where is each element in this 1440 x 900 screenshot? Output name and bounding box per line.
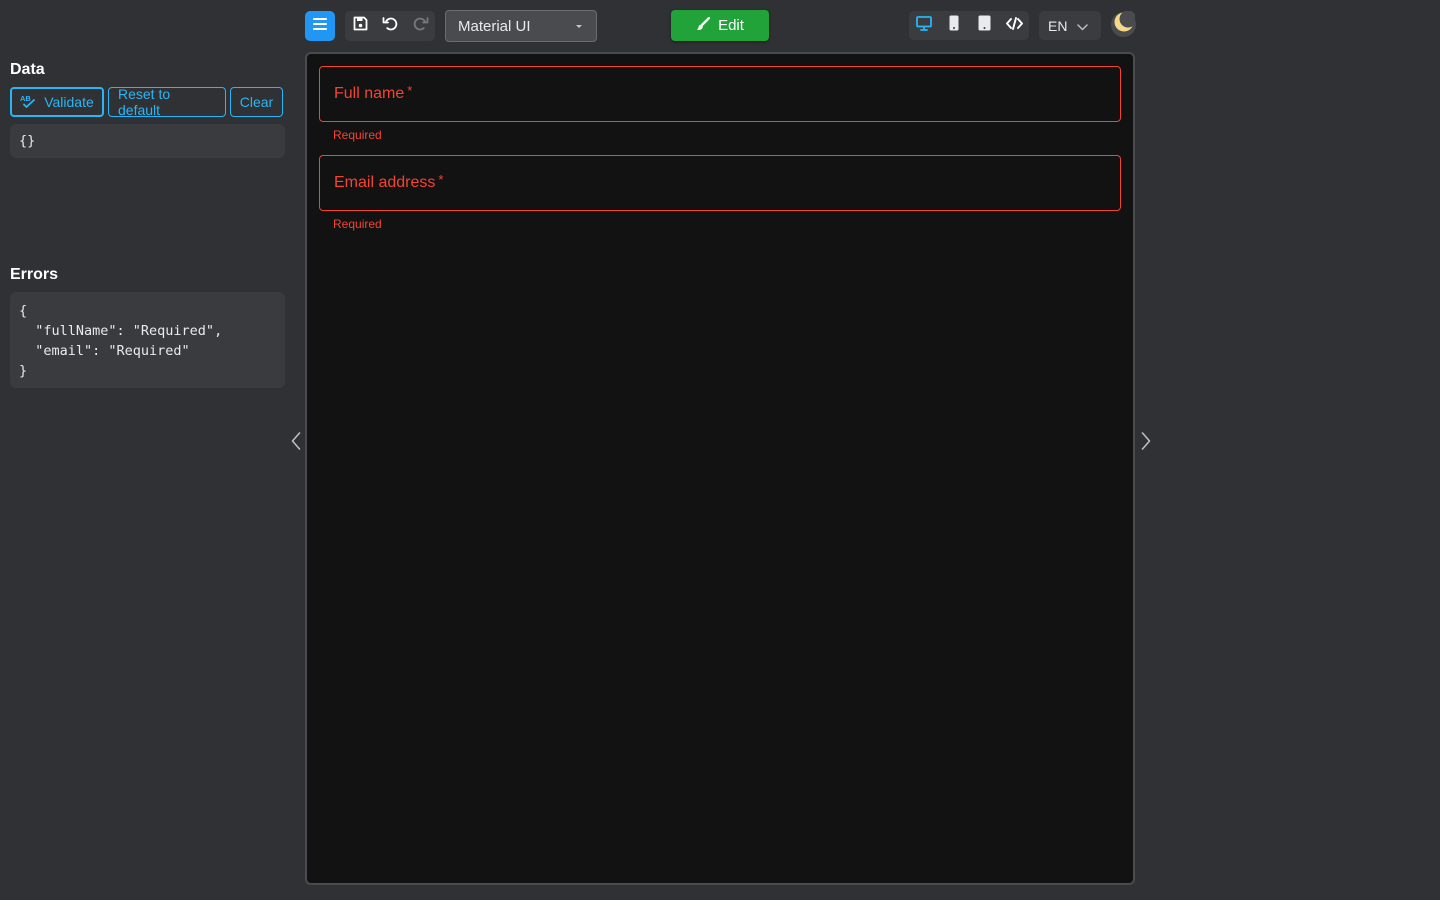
device-group (909, 11, 1029, 40)
full-name-helper-text: Required (333, 128, 382, 142)
mobile-icon (949, 15, 959, 36)
collapse-left-button[interactable] (289, 431, 303, 455)
reset-to-default-button[interactable]: Reset to default (108, 86, 226, 118)
floppy-disk-icon (353, 16, 368, 36)
email-address-label: Email address (334, 174, 436, 191)
top-toolbar: Material UI Edit EN (0, 0, 1440, 50)
spellcheck-icon: AB (20, 94, 36, 111)
undo-icon (382, 15, 399, 37)
errors-json-viewer: { "fullName": "Required", "email": "Requ… (10, 292, 285, 388)
history-group (345, 11, 435, 41)
caret-down-icon (576, 24, 582, 28)
form-preview-canvas: Full name * Required Email address * Req… (305, 52, 1135, 885)
tablet-view-button[interactable] (969, 11, 999, 40)
desktop-icon (916, 15, 932, 36)
edit-label: Edit (718, 17, 744, 34)
theme-select-value: Material UI (458, 17, 531, 35)
required-asterisk: * (438, 171, 444, 187)
required-asterisk: * (407, 82, 413, 98)
code-view-button[interactable] (999, 11, 1029, 40)
email-address-field[interactable]: Email address * (319, 155, 1121, 211)
redo-button[interactable] (405, 11, 435, 41)
chevron-down-icon (1077, 18, 1089, 34)
undo-button[interactable] (375, 11, 405, 41)
full-name-label: Full name (334, 85, 405, 102)
svg-text:AB: AB (20, 94, 31, 103)
data-section-title: Data (10, 61, 45, 78)
menu-button[interactable] (305, 11, 335, 41)
redo-icon (412, 15, 429, 37)
email-address-helper-text: Required (333, 217, 382, 231)
validate-button[interactable]: AB Validate (10, 87, 104, 117)
theme-toggle-button[interactable] (1111, 10, 1136, 38)
theme-select[interactable]: Material UI (445, 10, 597, 42)
paintbrush-icon (696, 16, 711, 35)
data-json-viewer[interactable]: {} (10, 124, 285, 158)
edit-button[interactable]: Edit (671, 10, 769, 41)
chevron-right-icon (1141, 431, 1151, 455)
moon-icon (1113, 10, 1136, 38)
clear-button[interactable]: Clear (230, 87, 283, 117)
desktop-view-button[interactable] (909, 11, 939, 40)
chevron-left-icon (291, 431, 301, 455)
errors-section-title: Errors (10, 266, 59, 283)
tablet-icon (978, 15, 991, 36)
collapse-right-button[interactable] (1139, 431, 1153, 455)
language-value: EN (1048, 17, 1068, 34)
language-select[interactable]: EN (1039, 11, 1101, 40)
mobile-view-button[interactable] (939, 11, 969, 40)
hamburger-icon (312, 17, 328, 36)
code-icon (1005, 16, 1023, 35)
data-actions: AB Validate Reset to default Clear (10, 86, 283, 118)
full-name-field[interactable]: Full name * (319, 66, 1121, 122)
save-button[interactable] (345, 11, 375, 41)
validate-label: Validate (44, 94, 94, 110)
